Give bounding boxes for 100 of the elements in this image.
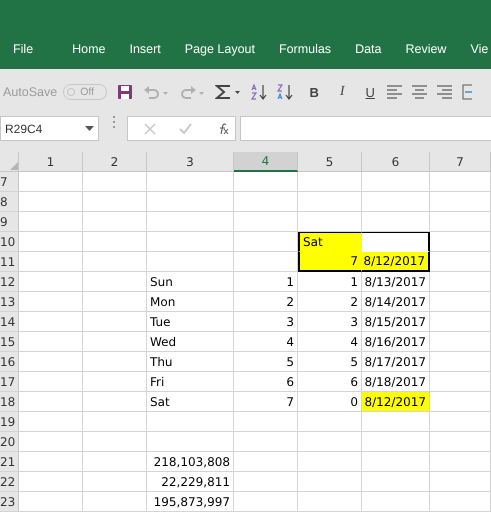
ribbon-tab[interactable]: Formulas [278,42,332,56]
sort-ascending-icon[interactable] [251,84,268,100]
table-cell [362,192,430,212]
align-right-icon[interactable] [437,84,452,100]
table-cell: 195,873,997 [147,492,234,512]
table-cell [362,412,430,432]
row-header[interactable]: 11 [0,252,19,272]
table-cell [362,432,430,452]
table-cell: Tue [147,312,234,332]
italic-button[interactable]: I [335,84,350,100]
table-cell: 7 [234,392,298,412]
table-cell: Mon [147,292,234,312]
ribbon-tab[interactable]: File [13,42,34,56]
row-header[interactable]: 13 [0,292,19,312]
row-header[interactable]: 23 [0,492,19,512]
dropdown-caret-icon[interactable] [85,126,94,131]
row-header[interactable]: 22 [0,472,19,492]
table-cell: 1 [298,272,362,292]
row-header[interactable]: 14 [0,312,19,332]
table-cell [362,212,430,232]
table-cell: 8/12/2017 [362,252,430,272]
table-cell: 3 [298,312,362,332]
table-cell: 8/15/2017 [362,312,430,332]
table-cell [234,192,298,212]
row-header[interactable]: 19 [0,412,19,432]
table-cell: Sat [147,392,234,412]
table-cell: 22,229,811 [147,472,234,492]
table-cell [19,412,83,432]
table-cell [234,172,298,192]
row-header[interactable]: 16 [0,352,19,372]
table-cell: 3 [234,312,298,332]
table-cell [430,172,491,192]
row-header[interactable]: 10 [0,232,19,252]
column-header[interactable]: 6 [362,152,430,172]
table-cell: 4 [234,332,298,352]
table-cell: Sun [147,272,234,292]
table-cell: Fri [147,372,234,392]
checkmark-icon[interactable] [178,123,192,134]
table-cell [83,192,147,212]
table-cell [298,432,362,452]
table-cell: 5 [234,352,298,372]
row-header[interactable]: 7 [0,172,19,192]
table-cell: 6 [298,372,362,392]
table-cell: 4 [298,332,362,352]
row-header[interactable]: 15 [0,332,19,352]
table-cell: 1 [234,272,298,292]
column-header[interactable]: 4 [234,152,298,172]
ribbon-tab[interactable]: Home [72,42,106,56]
table-cell [234,432,298,452]
table-cell [83,172,147,192]
sum-icon[interactable] [215,84,242,100]
table-cell [430,192,491,212]
ribbon-tab[interactable]: Insert [130,42,161,56]
autosave-label: AutoSave [3,85,58,99]
table-cell [19,172,83,192]
row-header[interactable]: 18 [0,392,19,412]
ribbon-tab[interactable]: Page Layout [184,42,255,56]
table-cell [362,172,430,192]
table-cell [83,432,147,452]
align-left-icon[interactable] [387,84,402,100]
table-cell: Thu [147,352,234,372]
row-header[interactable]: 17 [0,372,19,392]
table-cell [19,432,83,452]
column-header[interactable]: 1 [19,152,83,172]
table-cell: 8/13/2017 [362,272,430,292]
align-center-icon[interactable] [412,84,428,100]
ribbon-tab[interactable]: Data [355,42,382,56]
table-cell [430,432,491,452]
table-cell [298,172,362,192]
ribbon-tab[interactable]: Vie [470,42,488,56]
table-cell: 8/12/2017 [362,392,430,412]
table-cell: 7 [298,252,362,272]
table-cell [83,412,147,432]
row-header[interactable]: 12 [0,272,19,292]
name-box[interactable]: R29C4 [0,116,99,141]
ribbon-tab[interactable]: Review [405,42,446,56]
table-cell [298,412,362,432]
table-cell: 8/16/2017 [362,332,430,352]
table-cell [234,212,298,232]
column-header[interactable]: 7 [430,152,491,172]
table-cell [430,212,491,232]
column-header[interactable]: 2 [83,152,147,172]
row-header[interactable]: 20 [0,432,19,452]
save-icon[interactable] [117,84,134,100]
bold-button[interactable]: B [307,84,322,100]
row-header[interactable]: 9 [0,212,19,232]
table-cell [234,412,298,432]
row-header[interactable]: 8 [0,192,19,212]
formula-input[interactable] [240,116,491,141]
table-cell [19,192,83,212]
table-cell: Wed [147,332,234,352]
row-header[interactable]: 21 [0,452,19,472]
table-cell: 2 [298,292,362,312]
sort-descending-icon[interactable] [277,84,294,100]
table-cell [430,412,491,432]
table-cell: 8/17/2017 [362,352,430,372]
column-header[interactable]: 3 [147,152,234,172]
underline-button[interactable]: U [363,84,378,100]
table-cell: 6 [234,372,298,392]
column-header[interactable]: 5 [298,152,362,172]
